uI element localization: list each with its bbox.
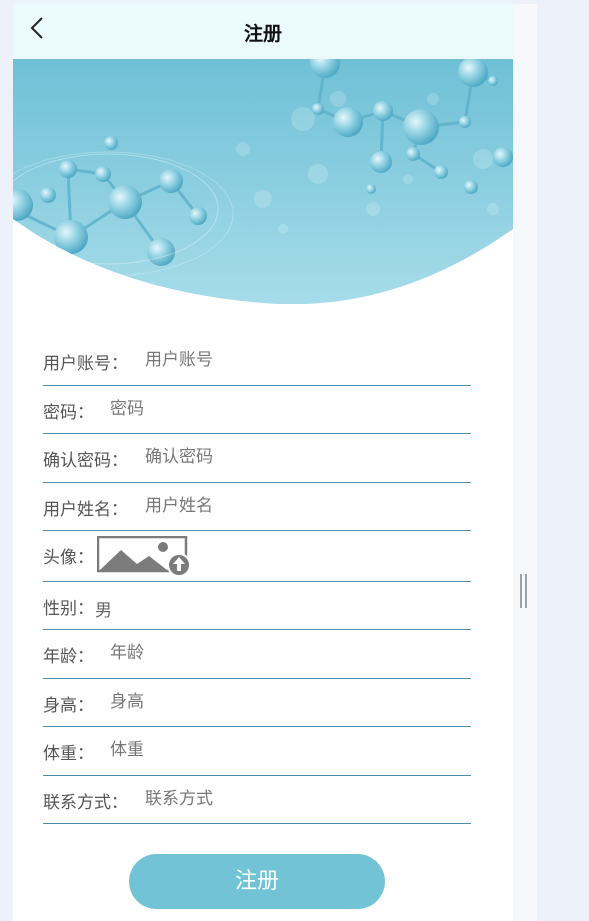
weight-row: 体重： [43, 727, 471, 776]
avatar-row: 头像： [43, 531, 471, 582]
contact-input[interactable] [145, 786, 405, 811]
scrollbar-track [513, 4, 537, 921]
register-button[interactable]: 注册 [129, 854, 385, 909]
phone-frame: 注册 用户账号： 用户账号 密码： 确认密码： 用户姓名： 用户姓名 头像： 性… [13, 4, 513, 921]
age-label: 年龄： [43, 647, 94, 667]
gender-select[interactable]: 男 [95, 596, 112, 621]
username-row: 用户账号： [43, 337, 471, 386]
molecule-banner-image [13, 59, 513, 304]
confirm-password-row: 确认密码： [43, 434, 471, 483]
page-title: 注册 [243, 23, 282, 45]
age-row: 年龄： [43, 630, 471, 679]
height-row: 身高： [43, 679, 471, 727]
avatar-label: 头像： [43, 548, 94, 568]
username-input[interactable] [145, 348, 405, 372]
password-label: 密码： [43, 402, 94, 423]
password-input[interactable] [110, 396, 370, 421]
avatar-upload-button[interactable] [96, 535, 195, 577]
weight-label: 体重： [43, 744, 94, 764]
gender-row: 性别： 男 [43, 582, 471, 630]
height-label: 身高： [43, 695, 94, 716]
real-name-row: 用户姓名： [43, 483, 471, 531]
weight-input[interactable] [110, 738, 370, 762]
password-row: 密码： [43, 386, 471, 434]
contact-row: 联系方式： [43, 776, 471, 824]
top-bar: 注册 [13, 4, 513, 59]
register-form: 用户账号： 密码： 确认密码： 用户姓名： 头像： [43, 337, 471, 824]
username-label: 用户账号： [43, 354, 128, 374]
image-upload-icon [96, 535, 191, 577]
confirm-password-input[interactable] [145, 445, 405, 469]
age-input[interactable] [110, 641, 370, 665]
resize-handle[interactable] [520, 574, 528, 608]
contact-label: 联系方式： [43, 792, 128, 813]
confirm-password-label: 确认密码： [43, 451, 128, 471]
gender-label: 性别： [43, 598, 94, 619]
real-name-input[interactable] [145, 493, 405, 518]
real-name-label: 用户姓名： [43, 499, 128, 520]
height-input[interactable] [110, 689, 370, 714]
